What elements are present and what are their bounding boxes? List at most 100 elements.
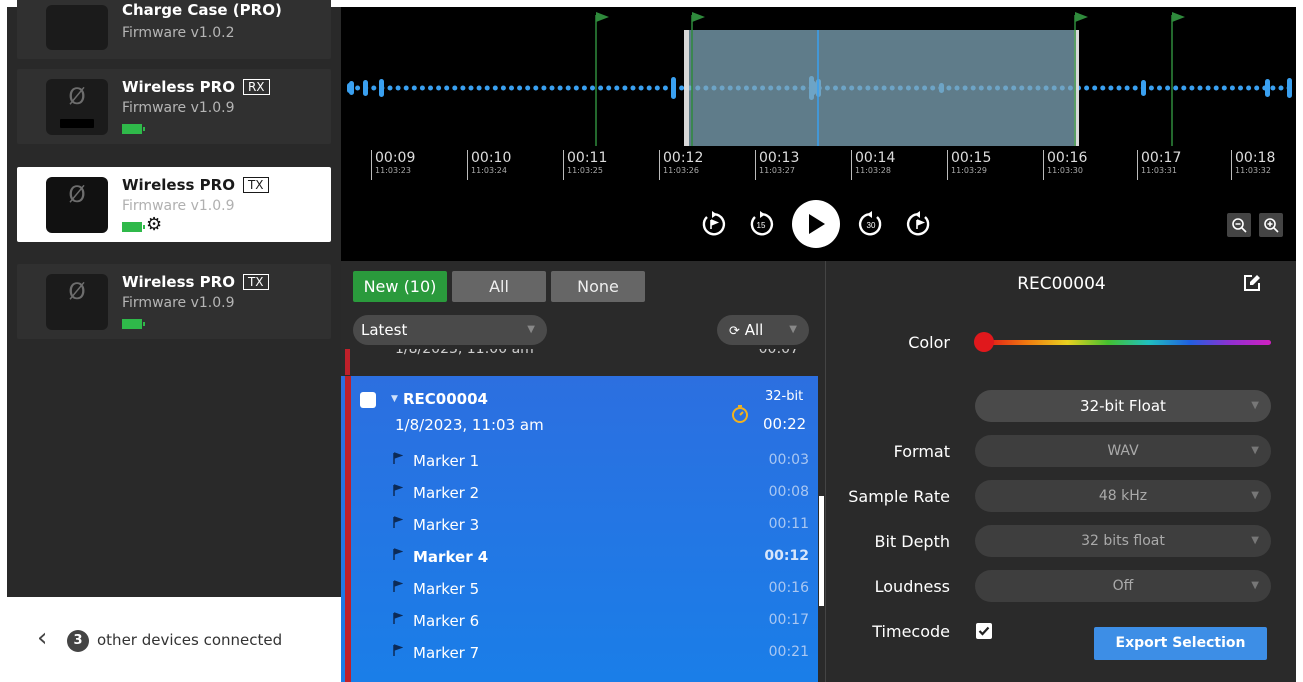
marker-label: Marker 6 [413, 612, 480, 630]
waveform-dot [1100, 85, 1106, 91]
zoom-out-button[interactable] [1227, 213, 1251, 237]
flag-icon [393, 484, 403, 496]
recordings-list-panel: New (10) All None Latest ▼ ⟳ All ▼ 1/8/2… [341, 261, 825, 682]
filter-none-button[interactable]: None [551, 271, 645, 302]
edit-icon[interactable] [1242, 273, 1262, 293]
timecode-checkbox[interactable] [976, 623, 992, 639]
marker-item[interactable]: Marker 5 00:16 [393, 574, 813, 606]
waveform-peak [363, 80, 368, 96]
waveform-dot [387, 85, 393, 91]
loudness-dropdown[interactable]: Off ▼ [975, 570, 1271, 602]
recording-bit-depth: 32-bit [765, 389, 804, 404]
waveform-peak [1141, 80, 1146, 96]
waveform-dot [541, 85, 547, 91]
device-wireless-pro-tx[interactable]: Ø Wireless PRO TX Firmware v1.0.9 [17, 264, 331, 339]
color-slider-handle[interactable] [974, 332, 994, 352]
marker-item[interactable]: Marker 2 00:08 [393, 478, 813, 510]
marker-item-active[interactable]: Marker 4 00:12 [393, 542, 813, 574]
battery-icon [122, 319, 145, 329]
skip-forward-icon: 30 [858, 211, 882, 236]
detail-title: REC00004 [1017, 274, 1106, 294]
recording-color-bar [345, 376, 351, 682]
time-tick: 00:18 11:03:32 [1231, 150, 1275, 180]
sort-dropdown[interactable]: Latest ▼ [353, 315, 547, 345]
filter-all-button[interactable]: All [452, 271, 546, 302]
device-wireless-pro-tx-selected[interactable]: Ø Wireless PRO TX Firmware v1.0.9 ⚙ [17, 167, 331, 242]
encoding-dropdown[interactable]: 32-bit Float ▼ [975, 390, 1271, 422]
device-wireless-pro-rx[interactable]: Ø Wireless PRO RX Firmware v1.0.9 [17, 69, 331, 144]
waveform-dot [622, 85, 628, 91]
waveform-dot [630, 85, 636, 91]
marker-item[interactable]: Marker 7 00:21 [393, 638, 813, 670]
marker-item[interactable]: Marker 1 00:03 [393, 446, 813, 478]
waveform-peak [379, 79, 384, 97]
list-scrollbar[interactable] [819, 496, 824, 606]
device-name: Wireless PRO TX [122, 273, 269, 291]
selection-region[interactable] [685, 30, 1078, 146]
waveform-dot [1205, 85, 1211, 91]
bit-depth-dropdown[interactable]: 32 bits float ▼ [975, 525, 1271, 557]
waveform-dot [1270, 85, 1276, 91]
sample-rate-dropdown[interactable]: 48 kHz ▼ [975, 480, 1271, 512]
previous-marker-button[interactable] [696, 207, 730, 241]
waveform-peak [347, 83, 352, 93]
marker-item[interactable]: Marker 3 00:11 [393, 510, 813, 542]
timeline-marker-flag[interactable] [1171, 12, 1185, 146]
waveform-dot [355, 85, 361, 91]
time-tick: 00:09 11:03:23 [371, 150, 415, 180]
timecode-label: Timecode [872, 622, 950, 641]
waveform-dot [1132, 85, 1138, 91]
bit-depth-value: 32 bits float [1081, 533, 1165, 549]
play-button[interactable] [792, 200, 840, 248]
skip-forward-30-button[interactable]: 30 [854, 207, 888, 241]
svg-text:30: 30 [867, 221, 876, 230]
waveform-dot [452, 85, 458, 91]
waveform-dot [1165, 85, 1171, 91]
svg-text:15: 15 [757, 221, 766, 230]
device-type-badge: TX [242, 274, 269, 290]
waveform-dot [1246, 85, 1252, 91]
marker-time: 00:21 [768, 644, 809, 660]
device-name: Wireless PRO RX [122, 78, 270, 96]
sample-rate-value: 48 kHz [1098, 488, 1148, 504]
loudness-value: Off [1112, 578, 1134, 594]
waveform-dot [436, 85, 442, 91]
timecode-filter-dropdown[interactable]: ⟳ All ▼ [717, 315, 809, 345]
rode-logo-icon: Ø [68, 85, 86, 110]
device-type-badge: RX [242, 79, 270, 95]
recording-item-previous[interactable]: 1/8/2023, 11:00 am 00:07 [341, 349, 819, 375]
rode-logo-icon: Ø [68, 183, 86, 208]
other-devices-button[interactable]: ‹ 3 other devices connected [7, 597, 341, 682]
waveform-dot [598, 85, 604, 91]
collapse-arrow-icon[interactable]: ▼ [391, 394, 398, 404]
waveform-dot [1238, 85, 1243, 91]
waveform-dot [590, 85, 595, 91]
gear-icon[interactable]: ⚙ [146, 214, 162, 235]
selection-handle-left[interactable] [684, 30, 689, 146]
timeline-marker-flag[interactable] [595, 12, 609, 146]
format-dropdown[interactable]: WAV ▼ [975, 435, 1271, 467]
next-marker-button[interactable] [902, 207, 936, 241]
waveform-dot [403, 85, 409, 91]
waveform-dot [638, 85, 644, 91]
waveform-dot [1229, 85, 1235, 91]
device-thumbnail [46, 5, 108, 50]
waveform-peak [1265, 79, 1270, 97]
color-label: Color [908, 333, 950, 352]
waveform-dot [662, 85, 668, 91]
waveform-timeline[interactable]: 00:09 11:03:23 00:10 11:03:24 00:11 11:03:2… [341, 7, 1296, 261]
color-slider[interactable] [986, 340, 1271, 345]
device-thumbnail: Ø [46, 177, 108, 233]
export-selection-button[interactable]: Export Selection [1094, 627, 1267, 660]
device-charge-case[interactable]: Charge Case (PRO) Firmware v1.0.2 [17, 0, 331, 59]
waveform-dot [557, 85, 563, 91]
previous-marker-icon [702, 211, 726, 236]
zoom-in-button[interactable] [1259, 213, 1283, 237]
filter-new-button[interactable]: New (10) [353, 271, 447, 302]
waveform-dot [533, 85, 539, 91]
recording-checkbox[interactable] [360, 392, 376, 408]
skip-back-15-button[interactable]: 15 [744, 207, 778, 241]
recording-item-selected[interactable]: ▼ REC00004 1/8/2023, 11:03 am 32-bit 00:… [341, 376, 818, 682]
marker-item[interactable]: Marker 6 00:17 [393, 606, 813, 638]
marker-time: 00:11 [768, 516, 809, 532]
